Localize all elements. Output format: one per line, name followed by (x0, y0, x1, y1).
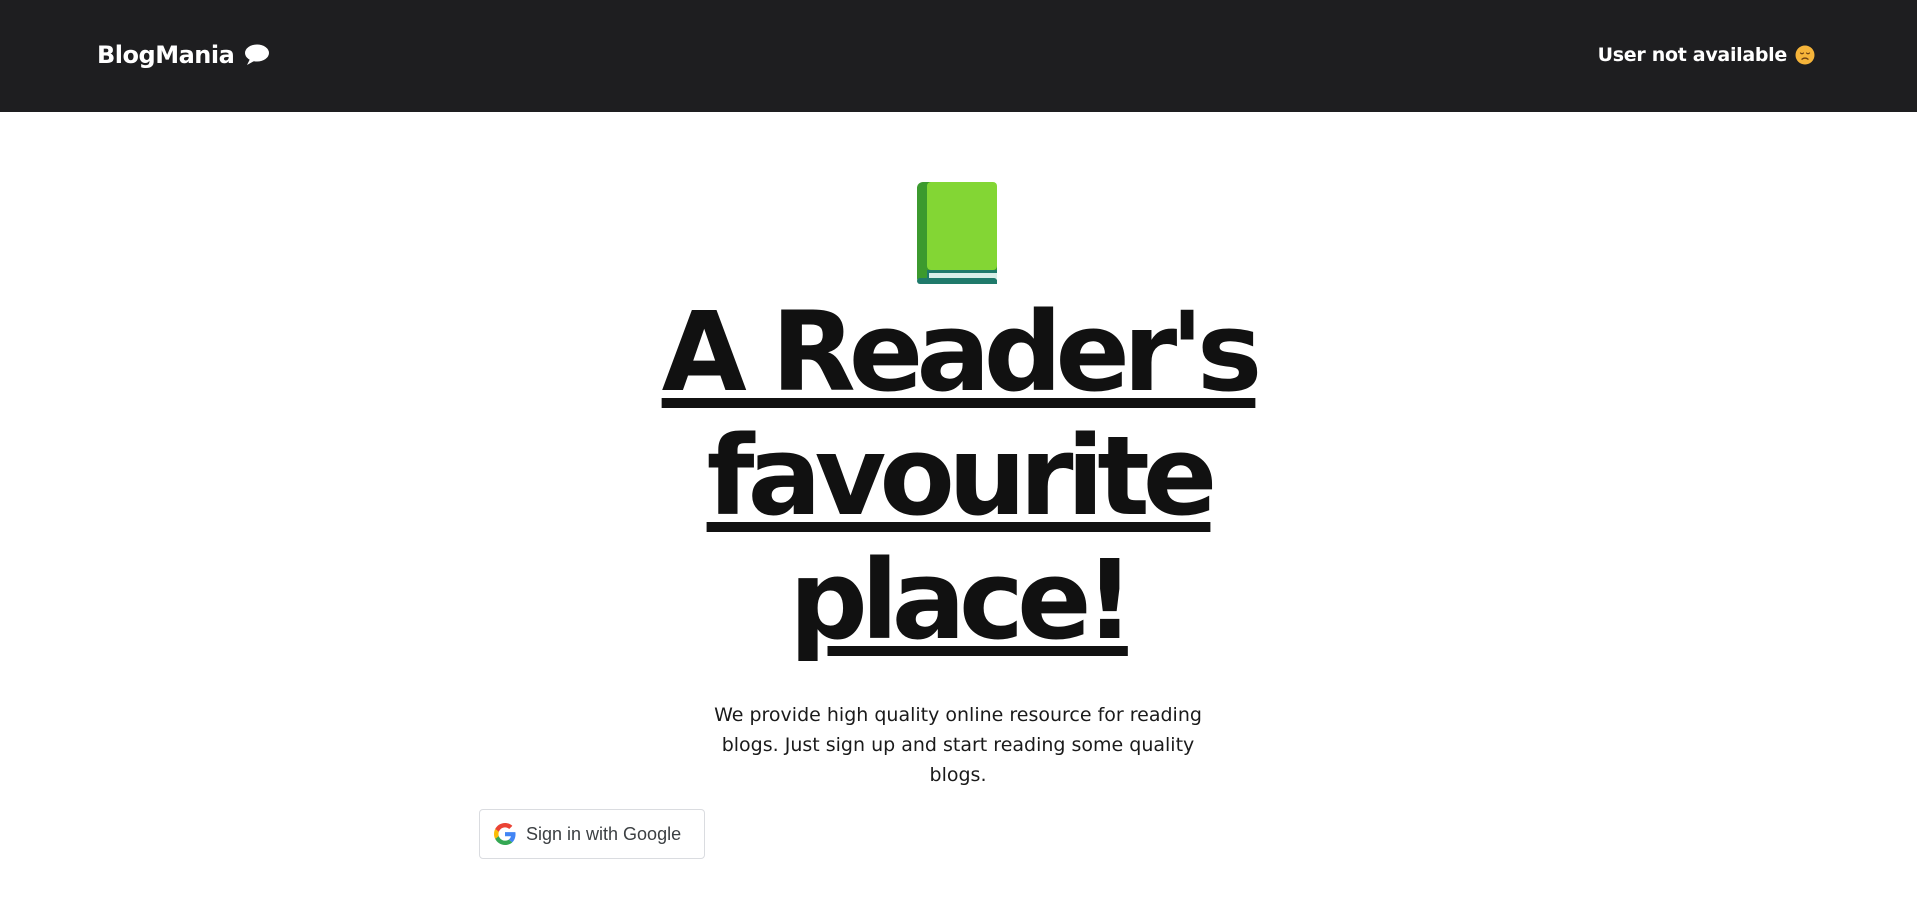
brand-link[interactable]: BlogMania (97, 38, 270, 72)
google-g-icon (494, 823, 516, 845)
user-status-text: User not available (1597, 44, 1788, 66)
top-navbar: BlogMania User not available (0, 0, 1917, 112)
speech-bubble-icon (245, 44, 270, 65)
google-button-label: Sign in with Google (526, 823, 682, 844)
hero-description: We provide high quality online resource … (714, 704, 1202, 786)
headline-line: A Reader's (661, 288, 1263, 416)
green-book-icon (917, 182, 997, 284)
headline-line: place! (789, 536, 1135, 664)
user-status: User not available (1598, 38, 1815, 72)
headline-line: favourite (706, 412, 1218, 540)
hero-headline: A Reader's favourite place! (0, 290, 1917, 662)
brand-name: BlogMania (97, 41, 235, 69)
sign-in-with-google-button[interactable]: Sign in with Google (479, 809, 705, 859)
sad-face-emoji-icon (1795, 45, 1815, 65)
